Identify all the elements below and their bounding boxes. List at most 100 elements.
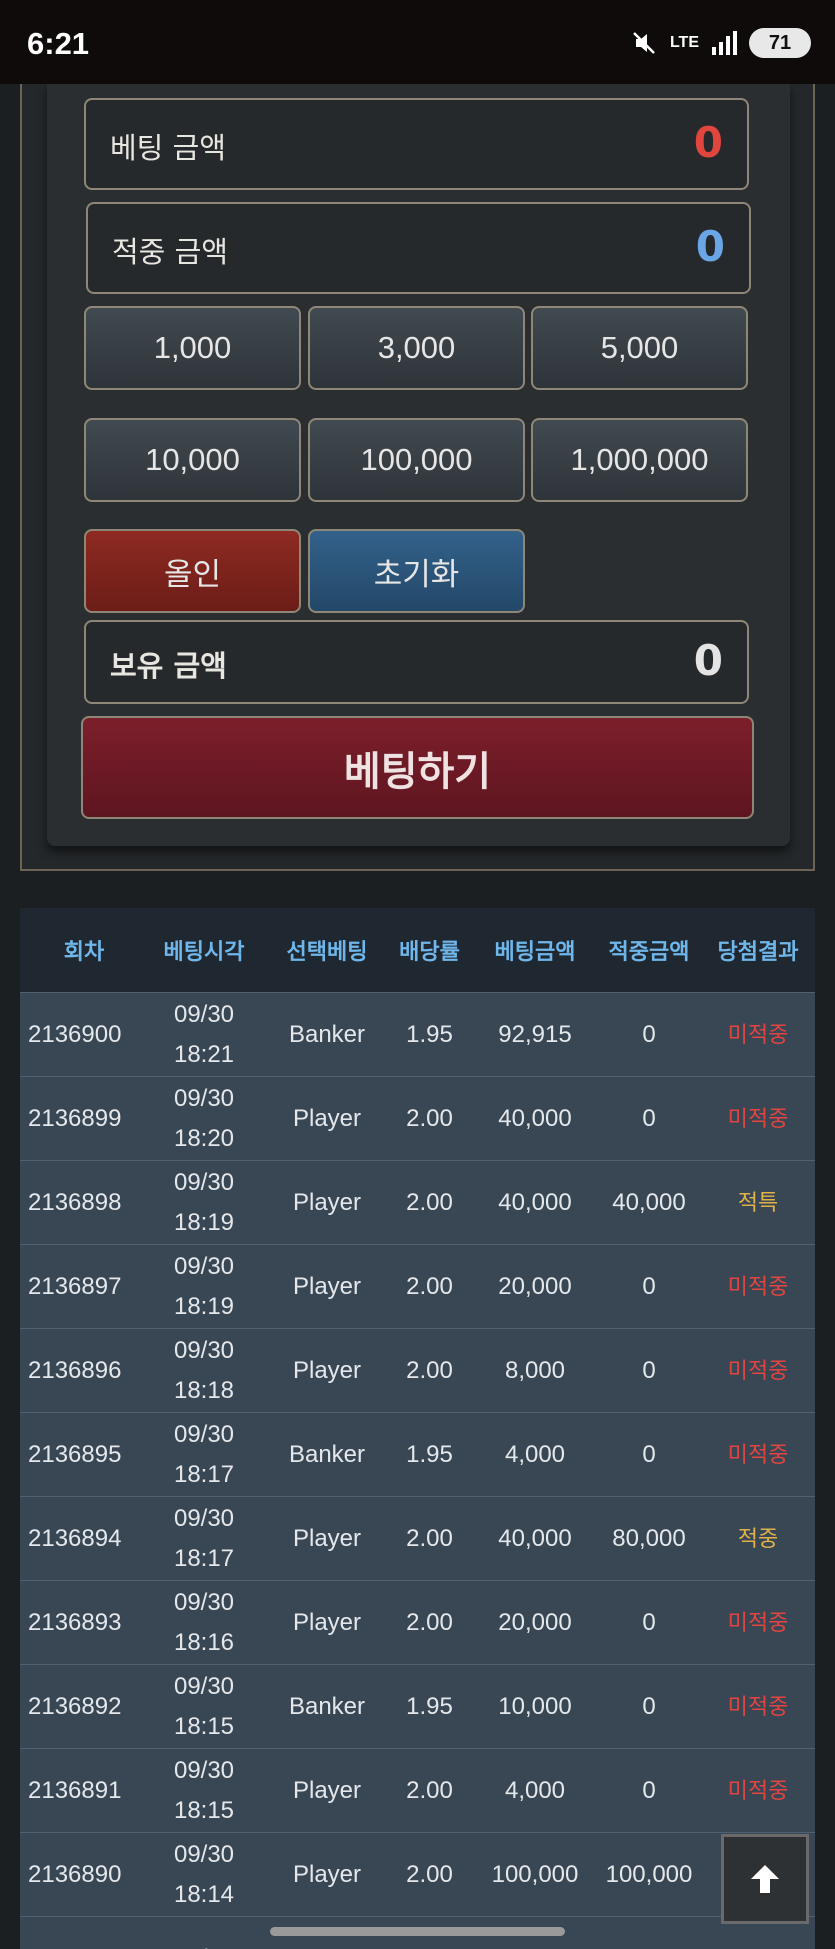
cell-result: 미적중 [727, 1693, 789, 1719]
cell-pick: Player [292, 1776, 362, 1804]
cell-pick: Player [292, 1104, 362, 1132]
cell-round: 2136893 [28, 1608, 122, 1636]
win-amount-box: 적중 금액 0 [86, 202, 751, 294]
table-body: 2136900 09/30 18:21 Banker 1.95 92,915 0 미적중 213… [20, 992, 815, 1949]
cell-pick: Player [292, 1188, 362, 1216]
bet-clock: 18:19 [173, 1208, 235, 1236]
table-row: 2136895 09/30 18:17 Banker 1.95 4,000 0 미적중 [20, 1412, 815, 1496]
bet-date: 09/30 [140, 1939, 268, 1949]
bet-amount-label: 베팅 금액 [110, 131, 226, 165]
cell-bet-amount: 20,000 [498, 1608, 572, 1636]
cell-bet-amount: 40,000 [498, 1104, 572, 1132]
cell-bet-amount: 40,000 [498, 1188, 572, 1216]
cell-bet-time: 09/30 18:15 [140, 1751, 268, 1831]
cell-bet-amount: 4,000 [504, 1440, 566, 1468]
cell-win-amount: 40,000 [612, 1188, 686, 1216]
bet-clock: 18:19 [173, 1292, 235, 1320]
cell-pick: Player [292, 1608, 362, 1636]
header-odds: 배당률 [399, 940, 460, 965]
cell-win-amount: 0 [642, 1608, 656, 1636]
cell-round: 2136898 [28, 1188, 122, 1216]
cell-pick: Banker [288, 1020, 366, 1048]
cell-bet-time: 09/30 18:18 [140, 1331, 268, 1411]
table-row: 2136893 09/30 18:16 Player 2.00 20,000 0 미적중 [20, 1580, 815, 1664]
bet-clock: 18:21 [173, 1040, 235, 1068]
cell-result: 미적중 [727, 1777, 789, 1803]
cell-odds: 1.95 [406, 1020, 453, 1048]
chip-10000-button[interactable]: 10,000 [84, 418, 301, 502]
place-bet-button[interactable]: 베팅하기 [81, 716, 754, 819]
bet-date: 09/30 [173, 1504, 235, 1532]
lte-indicator: LTE [669, 34, 699, 51]
cell-odds: 2.00 [406, 1188, 453, 1216]
table-row: 2136898 09/30 18:19 Player 2.00 40,000 40,000 적… [20, 1160, 815, 1244]
cell-win-amount: 0 [642, 1440, 656, 1468]
header-bet-amount: 베팅금액 [494, 940, 576, 965]
cell-pick: Player [292, 1524, 362, 1552]
chip-3000-button[interactable]: 3,000 [308, 306, 525, 390]
bet-clock: 18:18 [173, 1376, 235, 1404]
win-amount-value: 0 [695, 222, 725, 271]
cell-round: 2136891 [28, 1776, 122, 1804]
cell-pick: Player [292, 1860, 362, 1888]
cell-odds: 2.00 [406, 1104, 453, 1132]
cell-win-amount: 80,000 [612, 1524, 686, 1552]
cell-win-amount: 0 [642, 1692, 656, 1720]
cell-bet-amount: 92,915 [498, 1020, 572, 1048]
cell-bet-time: 09/30 18:17 [140, 1499, 268, 1579]
cell-round: 2136896 [28, 1356, 122, 1384]
bet-clock: 18:17 [173, 1544, 235, 1572]
cell-pick: Player [292, 1272, 362, 1300]
cell-odds: 2.00 [406, 1272, 453, 1300]
bet-date: 09/30 [173, 1168, 235, 1196]
cell-round: 2136900 [28, 1020, 122, 1048]
reset-button[interactable]: 초기화 [308, 529, 525, 613]
table-row: 2136896 09/30 18:18 Player 2.00 8,000 0 미적중 [20, 1328, 815, 1412]
bet-date: 09/30 [173, 1084, 235, 1112]
chip-1000-button[interactable]: 1,000 [84, 306, 301, 390]
chip-5000-button[interactable]: 5,000 [531, 306, 748, 390]
bet-date: 09/30 [173, 1588, 235, 1616]
chip-1000000-button[interactable]: 1,000,000 [531, 418, 748, 502]
chip-100000-button[interactable]: 100,000 [308, 418, 525, 502]
scroll-top-button[interactable] [721, 1834, 809, 1924]
cell-round: 2136894 [28, 1524, 122, 1552]
cell-result: 적중 [737, 1525, 779, 1551]
table-header: 회차 베팅시각 선택베팅 배당률 베팅금액 적중금액 당첨결과 [20, 908, 815, 992]
cell-bet-amount: 40,000 [498, 1524, 572, 1552]
bet-date: 09/30 [173, 1336, 235, 1364]
cell-bet-amount: 10,000 [498, 1692, 572, 1720]
mute-icon [633, 32, 655, 54]
table-row: 2136894 09/30 18:17 Player 2.00 40,000 80,000 적… [20, 1496, 815, 1580]
cell-pick: Player [292, 1356, 362, 1384]
cell-bet-amount: 8,000 [504, 1356, 566, 1384]
cell-result: 미적중 [727, 1105, 789, 1131]
cell-bet-time: 09/30 18:19 [140, 1163, 268, 1243]
bet-date: 09/30 [173, 1420, 235, 1448]
table-row: 2136891 09/30 18:15 Player 2.00 4,000 0 미적중 [20, 1748, 815, 1832]
cell-win-amount: 0 [642, 1272, 656, 1300]
table-row: 2136900 09/30 18:21 Banker 1.95 92,915 0 미적중 [20, 992, 815, 1076]
bet-clock: 18:17 [173, 1460, 235, 1488]
table-row: 2136890 09/30 18:14 Player 2.00 100,000 100,00… [20, 1832, 815, 1916]
cell-round: 2136895 [28, 1440, 122, 1468]
cell-bet-time: 09/30 18:15 [140, 1667, 268, 1747]
header-round: 회차 [63, 940, 105, 965]
status-time: 6:21 [27, 26, 90, 61]
arrow-up-icon [751, 1865, 779, 1893]
allin-button[interactable]: 올인 [84, 529, 301, 613]
cell-pick: Banker [288, 1692, 366, 1720]
bet-clock: 18:15 [173, 1712, 235, 1740]
home-indicator[interactable] [270, 1927, 565, 1936]
cell-odds: 2.00 [406, 1356, 453, 1384]
header-result: 당첨결과 [717, 940, 799, 965]
cell-round: 2136890 [28, 1860, 122, 1888]
cell-bet-amount: 4,000 [504, 1776, 566, 1804]
cell-bet-amount: 20,000 [498, 1272, 572, 1300]
cell-bet-time: 09/30 18:16 [140, 1583, 268, 1663]
cell-result: 미적중 [727, 1357, 789, 1383]
bet-date: 09/30 [173, 1840, 235, 1868]
cell-result: 적특 [737, 1189, 779, 1215]
cell-win-amount: 100,000 [605, 1860, 693, 1888]
cell-win-amount: 0 [642, 1104, 656, 1132]
